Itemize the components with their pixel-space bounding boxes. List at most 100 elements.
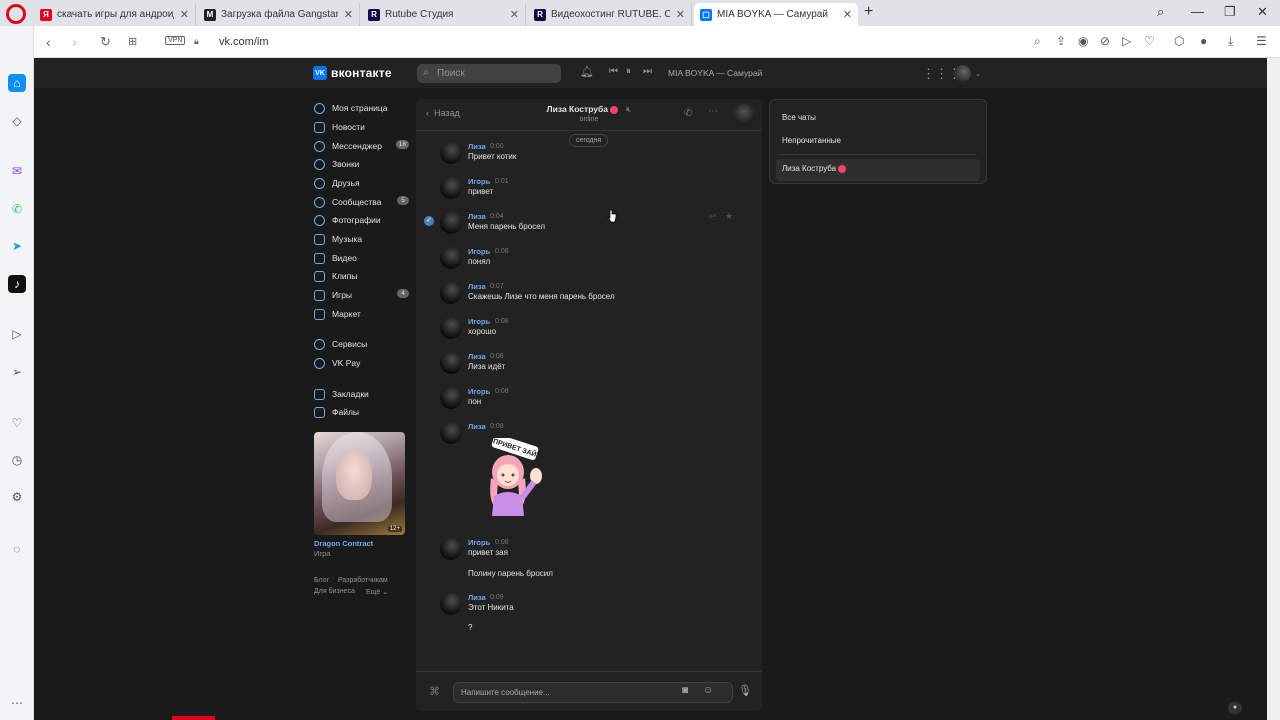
tiktok-icon[interactable]: ♪: [8, 275, 26, 293]
selected-chat-name[interactable]: Лиза Коструба: [782, 164, 847, 173]
nav-music[interactable]: Музыка: [314, 231, 414, 247]
filter-all-chats[interactable]: Все чаты: [782, 113, 816, 122]
message-item[interactable]: Лиза 0:07 Скажешь Лизе что меня парень бро…: [416, 282, 762, 312]
selected-check-icon[interactable]: ✓: [424, 216, 434, 226]
camera-icon[interactable]: ◙: [682, 685, 688, 696]
browser-tab-4[interactable]: R Видеохостинг RUTUBE. Сс ✕: [528, 3, 692, 26]
minimize-icon[interactable]: —: [1191, 4, 1204, 19]
tab-search-icon[interactable]: ⌕: [1157, 4, 1164, 20]
message-item[interactable]: Лиза 0:08 Лиза идёт: [416, 352, 762, 382]
more-options-icon[interactable]: ⋯: [708, 106, 718, 117]
nav-communities[interactable]: Сообщества 5: [314, 194, 414, 210]
avatar[interactable]: [440, 142, 462, 164]
chat-bubble-icon[interactable]: ●: [1228, 702, 1242, 714]
footer-business-link[interactable]: Для бизнеса: [314, 588, 355, 595]
new-tab-icon[interactable]: +: [864, 3, 873, 21]
browser-tab-1[interactable]: Я скачать игры для андроид ✕: [34, 3, 196, 26]
restore-icon[interactable]: ❐: [1224, 4, 1236, 20]
avatar[interactable]: [440, 282, 462, 304]
message-item-sticker[interactable]: Лиза 0:08: [416, 422, 762, 452]
favorites-icon[interactable]: ♡: [1144, 34, 1155, 48]
menu-icon[interactable]: ☰: [1256, 34, 1267, 48]
pause-icon[interactable]: ⏸: [626, 66, 631, 77]
telegram-icon[interactable]: ➤: [8, 237, 26, 255]
reload-icon[interactable]: ↻: [100, 34, 111, 50]
close-tab-icon[interactable]: ✕: [180, 8, 189, 21]
emoji-icon[interactable]: ☺: [703, 685, 713, 696]
messenger-icon[interactable]: ✉: [8, 162, 26, 180]
sender-name[interactable]: Лиза: [468, 212, 486, 221]
nav-video[interactable]: Видео: [314, 250, 414, 266]
share-icon[interactable]: ⇪: [1056, 34, 1066, 48]
sender-name[interactable]: Лиза: [468, 282, 486, 291]
footer-more-link[interactable]: Ещё ⌄: [366, 588, 388, 596]
call-icon[interactable]: ✆: [684, 108, 692, 119]
close-window-icon[interactable]: ✕: [1257, 4, 1268, 20]
next-track-icon[interactable]: ⏭: [643, 66, 652, 77]
nav-my-page[interactable]: Моя страница: [314, 100, 414, 116]
avatar[interactable]: [440, 387, 462, 409]
sender-name[interactable]: Лиза: [468, 352, 486, 361]
sender-name[interactable]: Лиза: [468, 593, 486, 602]
back-icon[interactable]: ‹: [46, 34, 51, 50]
sticker-image[interactable]: ПРИВЕТ ЗАЙ: [478, 438, 550, 518]
vpn-badge[interactable]: VPN: [165, 36, 186, 45]
avatar[interactable]: [440, 212, 462, 234]
message-item[interactable]: Лиза 0:00 Привет котик: [416, 142, 762, 172]
footer-blog-link[interactable]: Блог: [314, 577, 329, 584]
camera-icon[interactable]: ◉: [1078, 34, 1088, 48]
nav-calls[interactable]: Звонки: [314, 156, 414, 172]
more-icon[interactable]: ⋯: [8, 694, 26, 712]
message-item[interactable]: Игорь 0:08 пон: [416, 387, 762, 417]
sender-name[interactable]: Игорь: [468, 317, 490, 326]
star-icon[interactable]: ★: [725, 211, 733, 222]
browser-tab-2[interactable]: M Загрузка файла Gangstar ✕: [198, 3, 360, 26]
now-playing-track[interactable]: MIA BOYKA — Самурай: [668, 68, 762, 78]
user-avatar[interactable]: [954, 65, 971, 82]
url-field[interactable]: vk.com/im: [219, 36, 269, 48]
ad-banner-image[interactable]: 12+: [314, 432, 405, 535]
message-input[interactable]: Напишите сообщение...: [453, 682, 733, 703]
browser-tab-3[interactable]: R Rutube Студия ✕: [362, 3, 526, 26]
nav-messenger[interactable]: Мессенджер 18: [314, 138, 414, 154]
sender-name[interactable]: Игорь: [468, 247, 490, 256]
history-icon[interactable]: ◷: [8, 451, 26, 469]
message-item[interactable]: Игорь 0:08 привет зая: [416, 538, 762, 568]
heart-icon[interactable]: ♡: [8, 414, 26, 432]
nav-clips[interactable]: Клипы: [314, 268, 414, 284]
browser-tab-5-active[interactable]: ▢ MIA BOYKA — Самурай ✕: [694, 3, 858, 26]
opera-logo-icon[interactable]: [6, 4, 26, 24]
extensions-icon[interactable]: ◇: [8, 112, 26, 130]
forward-icon[interactable]: ›: [72, 34, 77, 50]
nav-news[interactable]: Новости: [314, 119, 414, 135]
player-icon[interactable]: ▷: [1122, 34, 1131, 48]
home-icon[interactable]: ⌂: [8, 74, 26, 92]
close-tab-icon[interactable]: ✕: [344, 8, 353, 21]
sender-name[interactable]: Игорь: [468, 387, 490, 396]
sender-name[interactable]: Лиза: [468, 142, 486, 151]
page-scrollbar[interactable]: [1267, 58, 1280, 720]
avatar[interactable]: [440, 177, 462, 199]
avatar[interactable]: [440, 593, 462, 615]
nav-files[interactable]: Файлы: [314, 404, 414, 420]
notifications-bell-icon[interactable]: 🔔︎: [580, 65, 594, 78]
sender-name[interactable]: Игорь: [468, 177, 490, 186]
nav-friends[interactable]: Друзья: [314, 175, 414, 191]
ad-title[interactable]: Dragon Contract: [314, 539, 373, 548]
message-item[interactable]: Лиза 0:09 Этот Никита: [416, 593, 762, 623]
download-icon[interactable]: ⤓: [1228, 34, 1233, 49]
message-item[interactable]: Игорь 0:08 хорошо: [416, 317, 762, 347]
vk-logo[interactable]: VK вконтакте: [313, 66, 392, 80]
avatar[interactable]: [440, 352, 462, 374]
avatar[interactable]: [440, 317, 462, 339]
message-item[interactable]: Игорь 0:01 привет: [416, 177, 762, 207]
message-item[interactable]: Игорь 0:06 понял: [416, 247, 762, 277]
whatsapp-icon[interactable]: ✆: [8, 200, 26, 218]
send-icon[interactable]: ➢: [8, 363, 26, 381]
lightbulb-icon[interactable]: ◌: [8, 540, 26, 558]
sender-name[interactable]: Игорь: [468, 538, 490, 547]
chat-avatar[interactable]: [734, 104, 754, 124]
avatar[interactable]: [440, 422, 462, 444]
profile-icon[interactable]: ●: [1200, 34, 1207, 48]
chevron-down-icon[interactable]: ⌄: [975, 70, 981, 78]
